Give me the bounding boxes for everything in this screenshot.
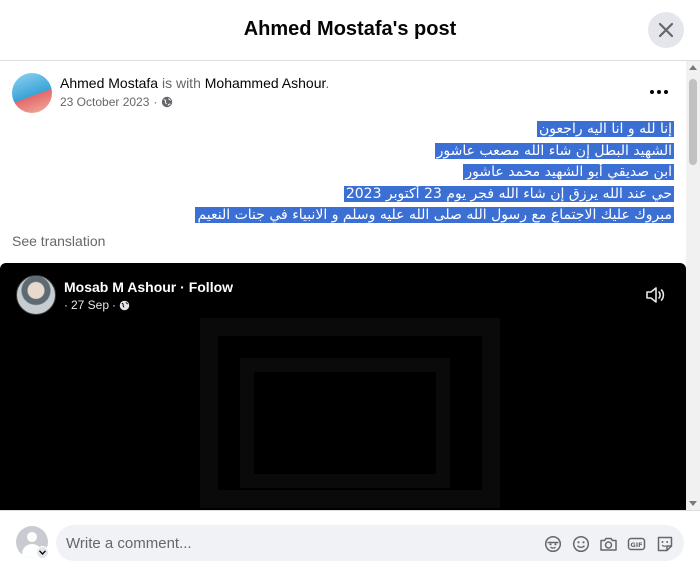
post-text-line: مبروك عليك الاجتماع مع رسول الله صلى الل… (195, 207, 674, 223)
speaker-icon[interactable] (644, 283, 668, 307)
shared-video[interactable]: Mosab M Ashour · Follow · 27 Sep · (0, 263, 686, 510)
meta-separator: · (153, 95, 158, 109)
scroll-down-arrow-icon[interactable] (689, 501, 697, 506)
post-text-line: إنا لله و انا اليه راجعون (537, 121, 674, 137)
modal-title: Ahmed Mostafa's post (243, 18, 457, 40)
see-translation-link[interactable]: See translation (12, 233, 105, 249)
tagged-person[interactable]: Mohammed Ashour (205, 75, 326, 91)
comment-input[interactable] (66, 525, 536, 561)
scroll-thumb[interactable] (689, 79, 697, 165)
modal-header: Ahmed Mostafa's post (0, 0, 700, 61)
tagged-suffix: . (325, 75, 330, 91)
post-text-line: حي عند الله يرزق إن شاء الله فجر يوم 23 … (343, 185, 674, 202)
author-name[interactable]: Ahmed Mostafa (60, 75, 158, 91)
post-text-line: الشهيد البطل إن شاء الله مصعب عاشور (434, 142, 674, 159)
gif-icon[interactable]: GIF (627, 534, 646, 553)
camera-icon[interactable] (599, 534, 618, 553)
globe-icon (119, 300, 130, 310)
author-line: Ahmed Mostafa is with Mohammed Ashour. (60, 75, 329, 91)
scroll-up-arrow-icon[interactable] (689, 65, 697, 70)
video-meta: · 27 Sep · (64, 298, 130, 312)
post-text-line: ابن صديقي أبو الشهيد محمد عاشور (463, 164, 674, 180)
more-options-button[interactable] (644, 79, 674, 105)
with-text: is with (161, 75, 201, 91)
author-avatar[interactable] (12, 73, 52, 113)
close-button[interactable] (648, 12, 684, 48)
post-content: Ahmed Mostafa is with Mohammed Ashour. 2… (0, 61, 686, 510)
video-meta-separator: · (112, 298, 117, 312)
video-author-avatar[interactable] (16, 275, 56, 315)
chevron-glyph (39, 550, 46, 555)
video-meta-prefix: · (64, 298, 68, 312)
post-date[interactable]: 23 October 2023 (60, 95, 149, 109)
close-icon (658, 22, 674, 38)
comment-bar: GIF (0, 510, 700, 577)
svg-text:GIF: GIF (630, 541, 642, 549)
video-date[interactable]: 27 Sep (71, 298, 109, 312)
post-modal: Ahmed Mostafa's post Ahmed Mostafa is wi… (0, 0, 700, 577)
sticker-icon[interactable] (655, 534, 674, 553)
user-head-shape (27, 532, 37, 542)
globe-icon (162, 96, 173, 108)
video-author-follow[interactable]: Mosab M Ashour · Follow (64, 279, 233, 295)
post-author-row: Ahmed Mostafa is with Mohammed Ashour. 2… (12, 73, 672, 113)
post-meta: 23 October 2023 · (60, 95, 173, 109)
content-scrollbar[interactable] (686, 61, 700, 510)
post-text: إنا لله و انا اليه راجعون الشهيد البطل إ… (12, 119, 674, 227)
avatar-sticker-icon[interactable] (543, 534, 562, 553)
video-frame-inner (240, 358, 450, 488)
comment-tools: GIF (543, 534, 674, 553)
more-options-icon (650, 90, 668, 94)
emoji-icon[interactable] (571, 534, 590, 553)
comment-box: GIF (56, 525, 684, 561)
chevron-down-icon[interactable] (36, 546, 49, 559)
